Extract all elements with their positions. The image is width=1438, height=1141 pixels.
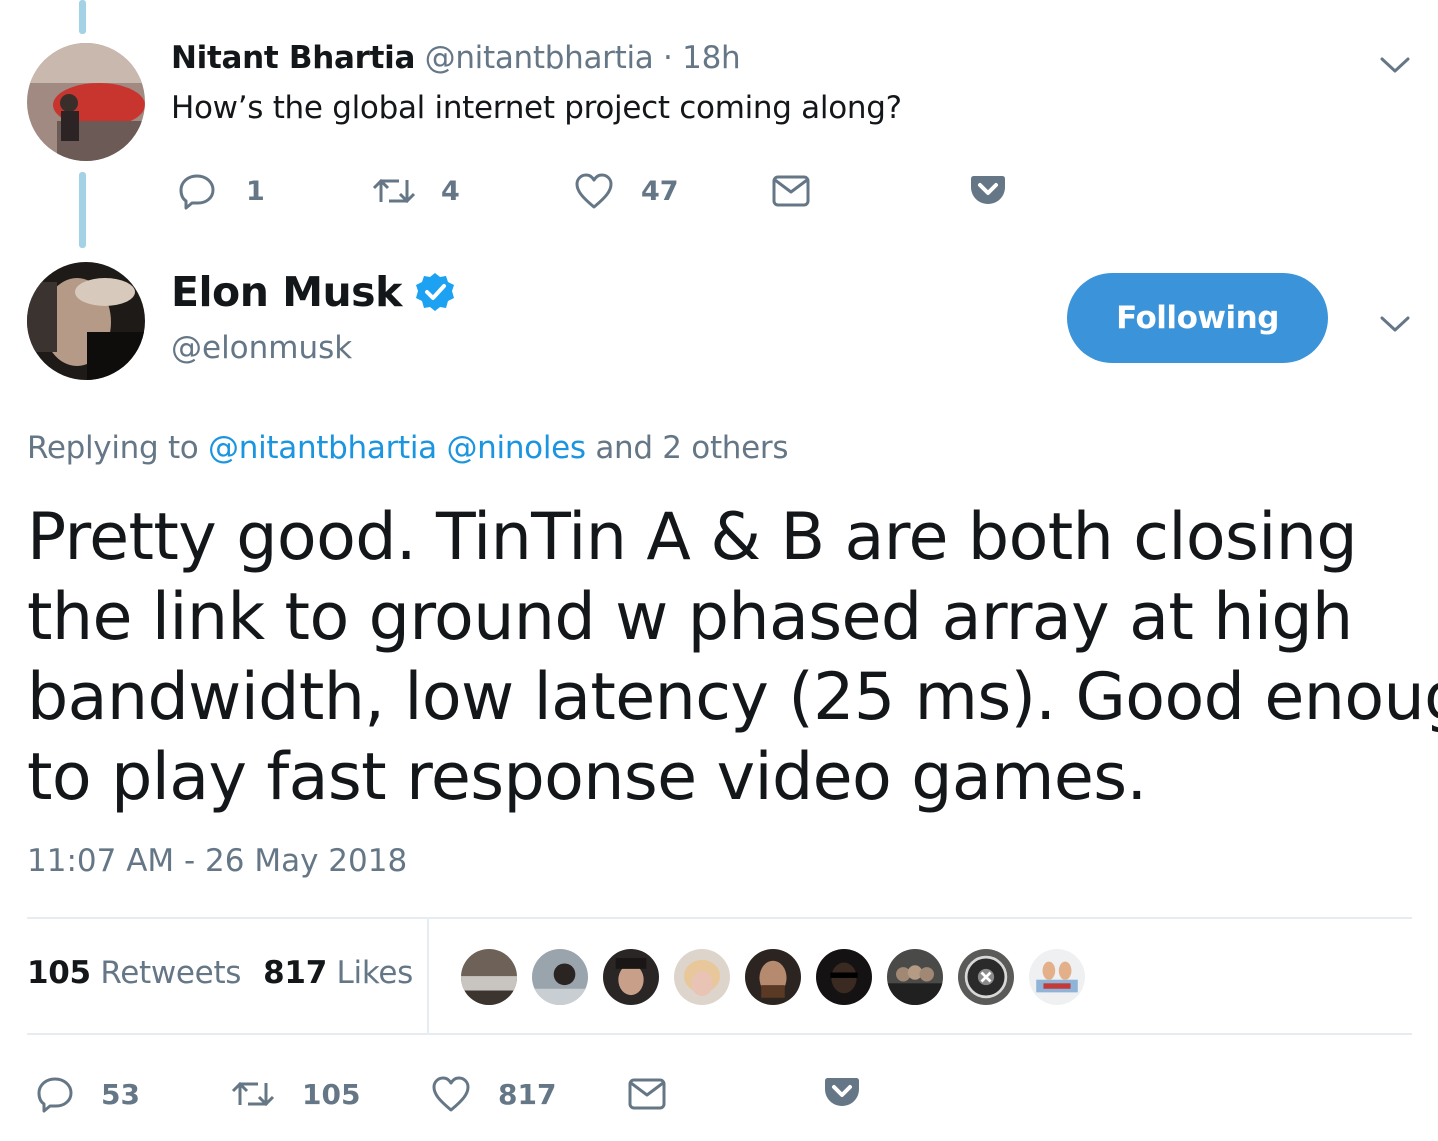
liker-avatar[interactable] — [458, 946, 520, 1008]
author-avatar[interactable] — [27, 262, 145, 380]
parent-timestamp[interactable]: 18h — [682, 40, 741, 76]
retweets-stat[interactable]: 105 Retweets — [27, 955, 241, 991]
reply-icon — [37, 1077, 73, 1113]
parent-avatar[interactable] — [27, 43, 145, 161]
likes-stat[interactable]: 817 Likes — [263, 955, 413, 991]
divider-bottom — [27, 1033, 1412, 1035]
tweet-timestamp[interactable]: 11:07 AM - 26 May 2018 — [27, 843, 407, 879]
dm-button[interactable] — [628, 1078, 666, 1110]
reply-icon — [179, 174, 215, 210]
like-count: 817 — [498, 1077, 557, 1111]
replying-to: Replying to @nitantbhartia @ninoles and … — [27, 430, 789, 466]
pocket-icon — [971, 176, 1005, 204]
liker-avatar[interactable] — [529, 946, 591, 1008]
tweet-text: Pretty good. TinTin A & B are both closi… — [27, 498, 1438, 818]
divider-vertical — [427, 919, 429, 1034]
following-button[interactable]: Following — [1067, 273, 1328, 363]
parent-dm-button[interactable] — [772, 175, 810, 207]
retweet-count: 105 — [302, 1077, 361, 1111]
author-name-row: Elon Musk — [171, 268, 456, 316]
replying-prefix: Replying to — [27, 430, 199, 466]
pocket-button[interactable] — [824, 1076, 860, 1108]
liker-avatar[interactable] — [1026, 946, 1088, 1008]
liker-avatars — [458, 946, 1097, 1008]
tweet-text-line: the link to ground w phased array at hig… — [27, 580, 1353, 655]
parent-like-button[interactable]: 47 — [574, 172, 679, 210]
like-button[interactable]: 817 — [431, 1075, 556, 1113]
tweet-text-line: to play fast response video games. — [27, 740, 1147, 815]
envelope-icon — [772, 175, 810, 207]
verified-badge-icon — [415, 273, 454, 311]
envelope-icon — [628, 1078, 666, 1110]
tweet-stats: 105 Retweets 817 Likes — [27, 955, 413, 991]
thread-line-middle — [79, 172, 86, 248]
parent-chevron-down-icon[interactable] — [1378, 54, 1412, 76]
parent-tweet-text: How’s the global internet project coming… — [171, 90, 902, 126]
heart-icon — [432, 1076, 470, 1112]
thread-line-top — [79, 0, 86, 34]
parent-like-count: 47 — [641, 175, 679, 207]
retweets-stat-label: Retweets — [100, 955, 242, 991]
mention-link-2[interactable]: @ninoles — [446, 430, 586, 466]
retweet-button[interactable]: 105 — [230, 1075, 360, 1113]
liker-avatar[interactable] — [600, 946, 662, 1008]
retweets-stat-count: 105 — [27, 955, 91, 991]
likes-stat-label: Likes — [336, 955, 414, 991]
parent-separator: · — [663, 40, 673, 76]
liker-avatar[interactable] — [955, 946, 1017, 1008]
parent-retweet-count: 4 — [441, 175, 460, 207]
main-chevron-down-icon[interactable] — [1378, 313, 1412, 335]
retweet-icon — [372, 178, 416, 204]
parent-retweet-button[interactable]: 4 — [371, 172, 460, 210]
parent-pocket-button[interactable] — [970, 174, 1006, 206]
liker-avatar[interactable] — [884, 946, 946, 1008]
reply-button[interactable]: 53 — [36, 1075, 140, 1113]
replying-suffix[interactable]: and 2 others — [595, 430, 788, 466]
author-name[interactable]: Elon Musk — [171, 268, 402, 316]
liker-avatar[interactable] — [813, 946, 875, 1008]
tweet-text-line: bandwidth, low latency (25 ms). Good eno… — [27, 660, 1438, 735]
retweet-icon — [231, 1081, 275, 1107]
tweet-text-line: Pretty good. TinTin A & B are both closi… — [27, 500, 1358, 575]
divider-top — [27, 917, 1412, 919]
author-handle[interactable]: @elonmusk — [171, 330, 352, 366]
mention-link-1[interactable]: @nitantbhartia — [208, 430, 437, 466]
liker-avatar[interactable] — [742, 946, 804, 1008]
parent-reply-button[interactable]: 1 — [178, 172, 265, 210]
liker-avatar[interactable] — [671, 946, 733, 1008]
heart-icon — [575, 173, 613, 209]
likes-stat-count: 817 — [263, 955, 327, 991]
parent-author-handle[interactable]: @nitantbhartia — [425, 40, 654, 76]
pocket-icon — [825, 1078, 859, 1106]
reply-count: 53 — [101, 1077, 140, 1111]
parent-reply-count: 1 — [246, 175, 265, 207]
parent-author-name[interactable]: Nitant Bhartia — [171, 40, 415, 76]
parent-tweet-header: Nitant Bhartia @nitantbhartia · 18h — [171, 40, 741, 76]
